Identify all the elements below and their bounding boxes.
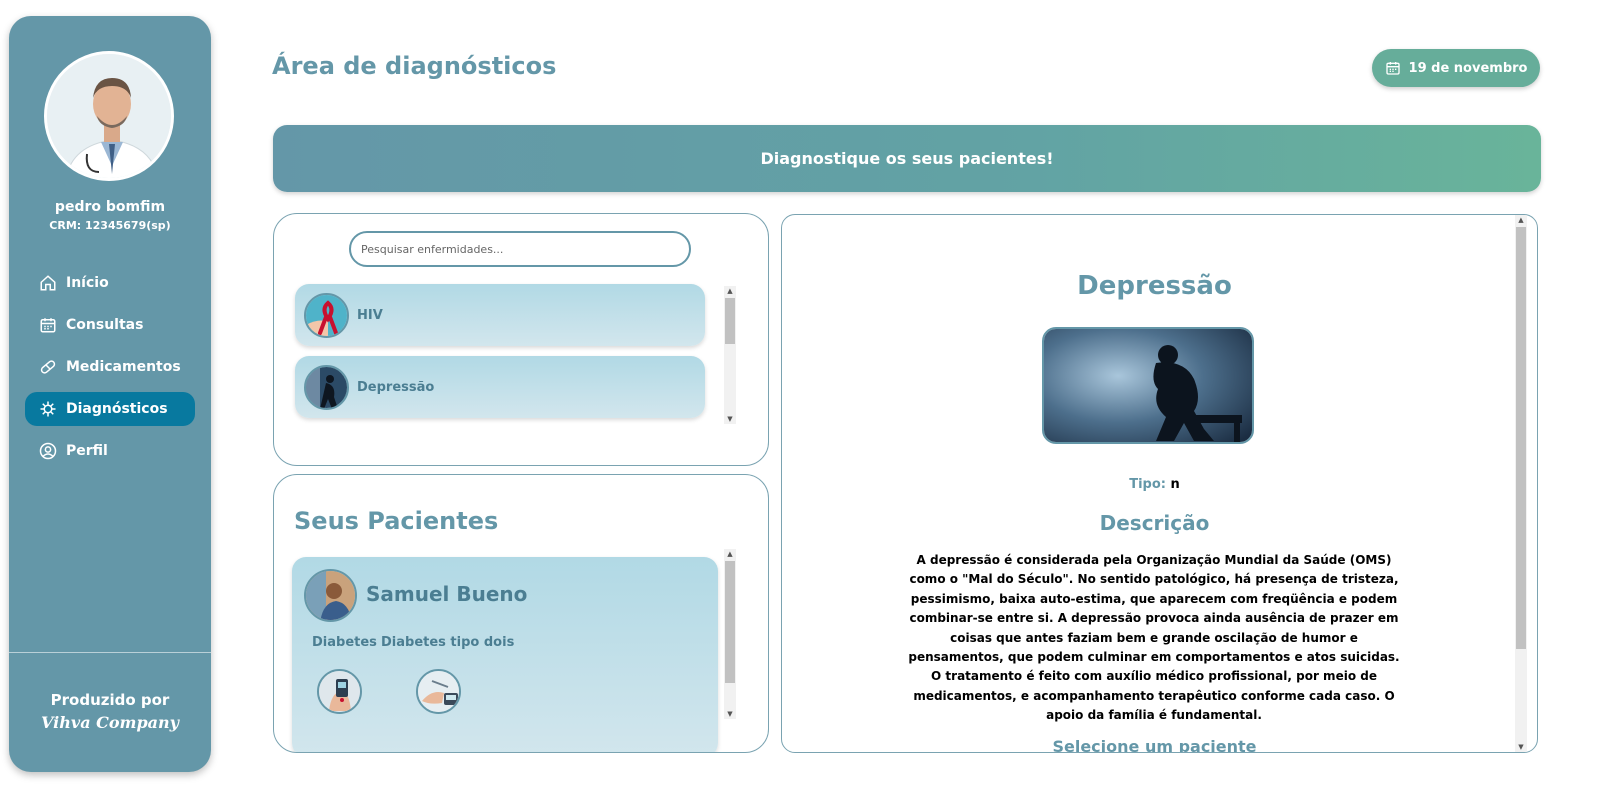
sidebar-item-label: Perfil — [66, 443, 108, 459]
user-circle-icon — [39, 442, 57, 460]
description-text: A depressão é considerada pela Organizaç… — [908, 553, 1400, 723]
company-name: Vihva Company — [41, 713, 179, 732]
disease-detail-panel: Depressão Tipo: n Descrição A depressão … — [781, 214, 1538, 753]
search-input[interactable] — [349, 231, 691, 267]
sidebar-item-label: Medicamentos — [66, 359, 181, 375]
patients-panel: Seus Pacientes Samuel Bueno Diabetes Dia… — [273, 474, 769, 753]
sidebar: pedro bomfim CRM: 12345679(sp) Início Co… — [9, 16, 211, 772]
type-label: Tipo: — [1129, 477, 1166, 492]
disease-list: HIV Depressão — [295, 284, 705, 428]
description-title: Descrição — [1099, 511, 1210, 535]
sidebar-divider — [9, 652, 211, 653]
patients-title: Seus Pacientes — [294, 507, 499, 535]
doctor-name: pedro bomfim — [54, 199, 166, 215]
patients-scrollbar[interactable]: ▲ ▼ — [724, 549, 736, 719]
disease-item-depressao[interactable]: Depressão — [295, 356, 705, 418]
detail-scrollbar[interactable]: ▲ ▼ — [1515, 215, 1527, 752]
scrollbar-thumb[interactable] — [1516, 227, 1526, 649]
banner: Diagnostique os seus pacientes! — [273, 125, 1541, 192]
depression-thumbnail — [304, 364, 349, 410]
sidebar-item-medicamentos[interactable]: Medicamentos — [25, 350, 195, 384]
sidebar-nav: Início Consultas Medicamentos Diagnóstic… — [25, 266, 195, 476]
sidebar-item-perfil[interactable]: Perfil — [25, 434, 195, 468]
home-icon — [40, 275, 56, 291]
insulin-test-icon — [416, 669, 461, 714]
diseases-panel: HIV Depressão ▲ ▼ — [273, 213, 769, 466]
calendar-icon — [40, 318, 56, 333]
sidebar-item-label: Consultas — [66, 317, 144, 333]
doctor-avatar[interactable] — [44, 51, 174, 181]
detail-title: Depressão — [1077, 271, 1232, 301]
calendar-icon — [1385, 62, 1400, 75]
patient-card[interactable]: Samuel Bueno Diabetes Diabetes tipo dois — [292, 557, 718, 752]
pill-icon — [40, 360, 56, 374]
date-badge: 19 de novembro — [1372, 49, 1540, 87]
sidebar-item-consultas[interactable]: Consultas — [25, 308, 195, 342]
patient-name: Samuel Bueno — [366, 582, 528, 606]
scroll-down-arrow[interactable]: ▼ — [724, 709, 736, 719]
type-value: n — [1170, 477, 1180, 492]
doctor-crm: CRM: 12345679(sp) — [49, 219, 171, 232]
scroll-up-arrow[interactable]: ▲ — [1515, 215, 1527, 225]
sidebar-item-inicio[interactable]: Início — [25, 266, 195, 300]
hiv-ribbon-icon — [304, 292, 349, 338]
sidebar-item-label: Diagnósticos — [66, 401, 168, 417]
patient-condition-tag[interactable]: Diabetes — [312, 635, 377, 650]
glucose-meter-icon — [317, 669, 362, 714]
scroll-down-arrow[interactable]: ▼ — [724, 414, 736, 424]
disease-item-hiv[interactable]: HIV — [295, 284, 705, 346]
select-patient-label[interactable]: Selecione um paciente — [782, 737, 1527, 752]
disease-label: Depressão — [357, 379, 435, 395]
scroll-up-arrow[interactable]: ▲ — [724, 286, 736, 296]
virus-icon — [40, 401, 56, 417]
sidebar-item-label: Início — [66, 275, 109, 291]
scroll-down-arrow[interactable]: ▼ — [1515, 742, 1527, 752]
page-title: Área de diagnósticos — [272, 52, 557, 80]
sidebar-item-diagnosticos[interactable]: Diagnósticos — [25, 392, 195, 426]
patient-condition-tag[interactable]: Diabetes tipo dois — [381, 635, 514, 650]
scrollbar-thumb[interactable] — [725, 561, 735, 683]
date-text: 19 de novembro — [1408, 60, 1528, 76]
depression-image — [1042, 327, 1254, 444]
patient-avatar — [304, 569, 357, 622]
scrollbar-thumb[interactable] — [725, 298, 735, 344]
produced-by-label: Produzido por — [50, 691, 170, 709]
scroll-up-arrow[interactable]: ▲ — [724, 549, 736, 559]
disease-list-scrollbar[interactable]: ▲ ▼ — [724, 286, 736, 424]
disease-label: HIV — [357, 307, 383, 323]
detail-type: Tipo: n — [782, 477, 1527, 492]
